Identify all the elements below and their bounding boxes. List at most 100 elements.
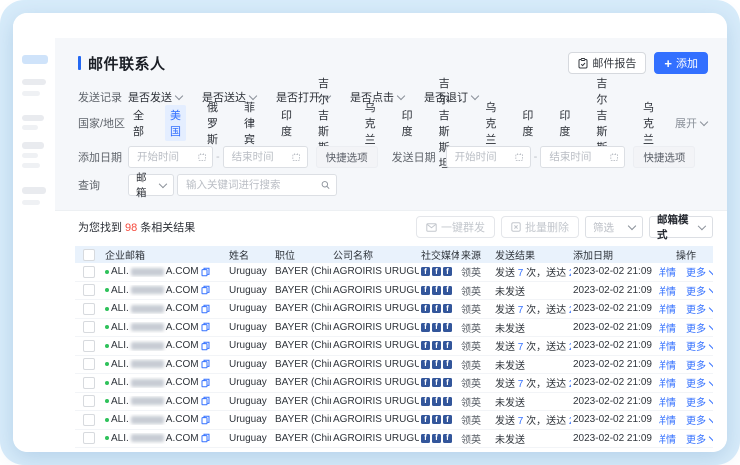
detail-link[interactable]: 详情 — [659, 394, 676, 409]
region-option[interactable]: 乌克兰 — [638, 97, 659, 149]
row-checkbox[interactable] — [83, 321, 95, 333]
region-option[interactable]: 俄罗斯 — [202, 97, 223, 149]
facebook-icon[interactable]: f — [443, 304, 452, 313]
sidebar-item[interactable] — [22, 153, 38, 158]
sidebar-item[interactable] — [22, 91, 40, 96]
facebook-icon[interactable]: f — [443, 378, 452, 387]
facebook-icon[interactable]: f — [421, 360, 430, 369]
sidebar-item[interactable] — [22, 115, 44, 121]
facebook-icon[interactable]: f — [421, 267, 430, 276]
region-option[interactable]: 印度 — [276, 105, 297, 141]
detail-link[interactable]: 详情 — [659, 431, 676, 446]
mode-select[interactable]: 邮箱模式 — [649, 216, 713, 238]
add-date-end-field[interactable] — [230, 150, 293, 164]
sidebar-item-active[interactable] — [22, 55, 48, 64]
add-date-end-input[interactable] — [223, 146, 308, 168]
query-field-select[interactable]: 邮箱 — [128, 174, 174, 196]
send-date-quick-options-button[interactable]: 快捷选项 — [633, 146, 695, 168]
facebook-icon[interactable]: f — [421, 434, 430, 443]
row-checkbox[interactable] — [83, 358, 95, 370]
copy-icon[interactable] — [201, 340, 210, 351]
search-icon[interactable] — [321, 180, 330, 190]
facebook-icon[interactable]: f — [432, 397, 441, 406]
select-all-checkbox[interactable] — [83, 249, 95, 261]
send-date-start-field[interactable] — [453, 150, 516, 164]
more-link[interactable]: 更多 — [686, 357, 713, 372]
facebook-icon[interactable]: f — [421, 286, 430, 295]
facebook-icon[interactable]: f — [443, 267, 452, 276]
copy-icon[interactable] — [201, 377, 210, 388]
facebook-icon[interactable]: f — [421, 341, 430, 350]
facebook-icon[interactable]: f — [432, 323, 441, 332]
send-date-start-input[interactable] — [446, 146, 531, 168]
copy-icon[interactable] — [201, 396, 210, 407]
facebook-icon[interactable]: f — [421, 397, 430, 406]
more-link[interactable]: 更多 — [686, 301, 713, 316]
facebook-icon[interactable]: f — [443, 397, 452, 406]
detail-link[interactable]: 详情 — [659, 301, 676, 316]
sidebar-item[interactable] — [22, 200, 40, 205]
facebook-icon[interactable]: f — [443, 286, 452, 295]
facebook-icon[interactable]: f — [432, 434, 441, 443]
copy-icon[interactable] — [201, 285, 210, 296]
facebook-icon[interactable]: f — [432, 360, 441, 369]
detail-link[interactable]: 详情 — [659, 283, 676, 298]
facebook-icon[interactable]: f — [421, 323, 430, 332]
keyword-search-field[interactable] — [184, 178, 321, 192]
region-option[interactable]: 印度 — [554, 105, 575, 141]
region-option[interactable]: 全部 — [128, 105, 149, 141]
bulk-delete-button[interactable]: 批量删除 — [501, 216, 579, 238]
sidebar-item[interactable] — [22, 187, 46, 194]
row-checkbox[interactable] — [83, 432, 95, 444]
sidebar-item[interactable] — [22, 142, 44, 149]
facebook-icon[interactable]: f — [443, 360, 452, 369]
expand-button[interactable]: 展开 — [675, 115, 707, 131]
add-button[interactable]: + 添加 — [654, 52, 708, 74]
row-checkbox[interactable] — [83, 414, 95, 426]
more-link[interactable]: 更多 — [686, 431, 713, 446]
copy-icon[interactable] — [201, 303, 210, 314]
facebook-icon[interactable]: f — [443, 415, 452, 424]
facebook-icon[interactable]: f — [432, 267, 441, 276]
add-date-start-input[interactable] — [128, 146, 213, 168]
detail-link[interactable]: 详情 — [659, 338, 676, 353]
facebook-icon[interactable]: f — [432, 378, 441, 387]
region-option[interactable]: 乌克兰 — [360, 97, 381, 149]
copy-icon[interactable] — [201, 433, 210, 444]
send-date-end-field[interactable] — [547, 150, 610, 164]
facebook-icon[interactable]: f — [443, 434, 452, 443]
facebook-icon[interactable]: f — [443, 341, 452, 350]
send-date-end-input[interactable] — [540, 146, 625, 168]
region-option[interactable]: 印度 — [397, 105, 418, 141]
copy-icon[interactable] — [201, 266, 210, 277]
facebook-icon[interactable]: f — [443, 323, 452, 332]
region-option[interactable]: 菲律宾 — [239, 97, 260, 149]
region-option[interactable]: 美国 — [165, 105, 186, 141]
detail-link[interactable]: 详情 — [659, 357, 676, 372]
facebook-icon[interactable]: f — [421, 415, 430, 424]
filter-select[interactable]: 筛选 — [585, 216, 643, 238]
more-link[interactable]: 更多 — [686, 412, 713, 427]
detail-link[interactable]: 详情 — [659, 320, 676, 335]
facebook-icon[interactable]: f — [432, 341, 441, 350]
facebook-icon[interactable]: f — [421, 378, 430, 387]
sidebar-item[interactable] — [22, 163, 40, 168]
row-checkbox[interactable] — [83, 377, 95, 389]
more-link[interactable]: 更多 — [686, 338, 713, 353]
more-link[interactable]: 更多 — [686, 283, 713, 298]
copy-icon[interactable] — [201, 322, 210, 333]
detail-link[interactable]: 详情 — [659, 412, 676, 427]
add-date-quick-options-button[interactable]: 快捷选项 — [316, 146, 378, 168]
more-link[interactable]: 更多 — [686, 375, 713, 390]
row-checkbox[interactable] — [83, 266, 95, 278]
facebook-icon[interactable]: f — [432, 304, 441, 313]
sidebar-item[interactable] — [22, 125, 38, 130]
region-option[interactable]: 印度 — [517, 105, 538, 141]
row-checkbox[interactable] — [83, 340, 95, 352]
more-link[interactable]: 更多 — [686, 320, 713, 335]
copy-icon[interactable] — [201, 414, 210, 425]
detail-link[interactable]: 详情 — [659, 264, 676, 279]
row-checkbox[interactable] — [83, 303, 95, 315]
row-checkbox[interactable] — [83, 284, 95, 296]
sidebar-item[interactable] — [22, 79, 46, 85]
